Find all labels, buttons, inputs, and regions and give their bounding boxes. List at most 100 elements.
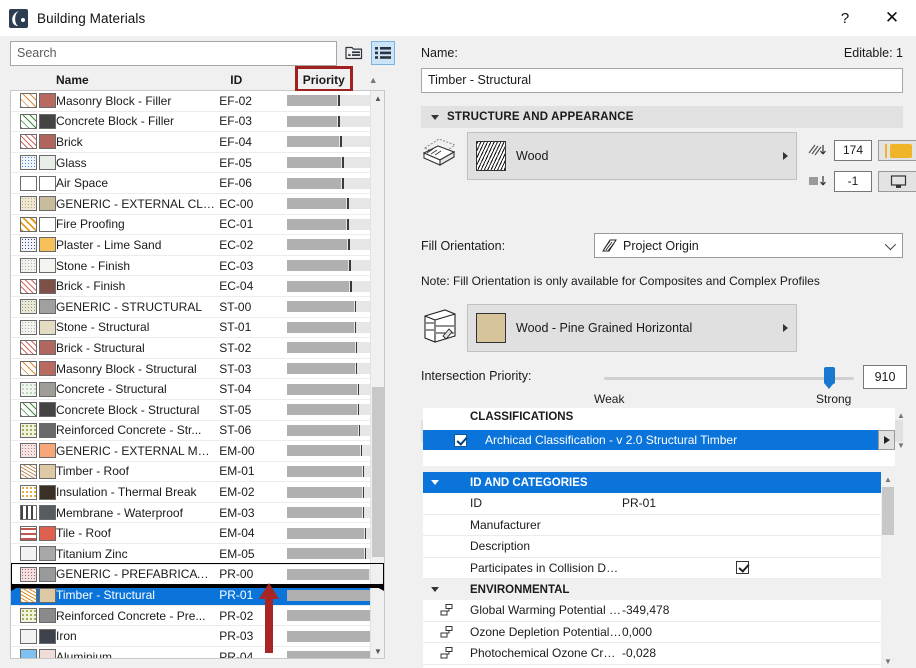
scroll-up-arrow-icon[interactable]: ▲ <box>881 472 895 486</box>
material-name-cell: Air Space <box>56 176 109 191</box>
screen-icon <box>890 174 906 188</box>
property-value[interactable] <box>622 561 895 575</box>
help-button[interactable]: ? <box>822 0 868 36</box>
scroll-up-arrow-icon[interactable]: ▲ <box>895 408 907 422</box>
table-row[interactable]: Plaster - Lime Sand EC-02 <box>11 235 384 256</box>
table-row[interactable]: Fire Proofing EC-01 <box>11 214 384 236</box>
table-row[interactable]: Aluminium PR-04 <box>11 647 384 658</box>
table-row[interactable]: GENERIC - PREFABRICATED PR-00 <box>11 564 384 586</box>
property-row[interactable]: Acidification Potential (AP)-0,352 <box>423 664 895 668</box>
table-row[interactable]: Concrete Block - Filler EF-03 <box>11 111 384 133</box>
intersection-priority-slider[interactable] <box>604 377 854 380</box>
property-row[interactable]: ID PR-01 <box>423 493 895 515</box>
property-value[interactable]: -349,478 <box>622 603 895 617</box>
property-value[interactable]: 0,000 <box>622 625 895 639</box>
fill-pen-number[interactable]: 174 <box>834 140 872 161</box>
properties-scrollbar[interactable]: ▲ ▼ <box>881 472 895 668</box>
property-label: ID <box>470 496 482 511</box>
priority-bar-fill <box>287 465 362 477</box>
property-row[interactable]: Manufacturer <box>423 514 895 536</box>
table-row[interactable]: Glass EF-05 <box>11 152 384 174</box>
property-value[interactable]: -0,028 <box>622 646 895 660</box>
property-group-header[interactable]: ID AND CATEGORIES <box>423 472 895 493</box>
scroll-down-arrow-icon[interactable]: ▼ <box>895 438 907 452</box>
column-header-name[interactable]: Name <box>56 73 230 87</box>
property-row[interactable]: Participates in Collision Det... <box>423 557 895 579</box>
tree-view-button[interactable] <box>342 41 366 65</box>
table-row[interactable]: Concrete - Structural ST-04 <box>11 379 384 400</box>
sort-indicator-icon[interactable]: ▲ <box>362 75 386 85</box>
properties-scrollbar-thumb[interactable] <box>882 487 894 535</box>
table-row[interactable]: Timber - Roof EM-01 <box>11 461 384 483</box>
materials-list[interactable]: Masonry Block - Filler EF-02 Concrete Bloc… <box>10 91 385 659</box>
surface-color-swatch <box>39 134 56 150</box>
material-swatches <box>11 155 56 171</box>
fill-pen-color-swatch[interactable] <box>878 140 916 161</box>
table-row[interactable]: Stone - Structural ST-01 <box>11 317 384 339</box>
priority-bar-fill <box>287 424 358 436</box>
table-row[interactable]: Stone - Finish EC-03 <box>11 255 384 277</box>
property-row[interactable]: Photochemical Ozone Crea... -0,028 <box>423 643 895 665</box>
table-row[interactable]: Air Space EF-06 <box>11 173 384 194</box>
properties-table[interactable]: ID AND CATEGORIES ID PR-01 Manufacturer Desc… <box>423 472 895 668</box>
intersection-priority-thumb[interactable] <box>824 367 835 389</box>
table-row[interactable]: Reinforced Concrete - Pre... PR-02 <box>11 605 384 627</box>
table-row[interactable]: Iron PR-03 <box>11 626 384 648</box>
property-row[interactable]: Ozone Depletion Potential ... 0,000 <box>423 621 895 643</box>
table-row[interactable]: Brick - Finish EC-04 <box>11 276 384 297</box>
background-pen-number[interactable]: -1 <box>834 171 872 192</box>
classifications-scrollbar[interactable]: ▲ ▼ <box>895 408 907 466</box>
table-row[interactable]: Concrete Block - Structural ST-05 <box>11 399 384 421</box>
list-scrollbar-thumb[interactable] <box>372 387 384 557</box>
table-row[interactable]: Masonry Block - Filler EF-02 <box>11 91 384 112</box>
surface-material-icon <box>424 309 456 343</box>
table-row[interactable]: Membrane - Waterproof EM-03 <box>11 502 384 524</box>
table-row[interactable]: Masonry Block - Structural ST-03 <box>11 358 384 380</box>
property-group-label: ID AND CATEGORIES <box>470 476 588 489</box>
background-pen-swatch[interactable] <box>878 171 916 192</box>
column-header-priority[interactable]: Priority <box>294 66 362 92</box>
classification-row[interactable]: Archicad Classification - v 2.0 Structur… <box>423 430 878 450</box>
table-row[interactable]: GENERIC - EXTERNAL ME... EM-00 <box>11 441 384 462</box>
table-row[interactable]: Tile - Roof EM-04 <box>11 523 384 545</box>
table-row[interactable]: Brick - Structural ST-02 <box>11 338 384 359</box>
structure-section-header[interactable]: STRUCTURE AND APPEARANCE <box>421 106 903 128</box>
table-row[interactable]: GENERIC - EXTERNAL CLA... EC-00 <box>11 193 384 215</box>
property-row[interactable]: Description <box>423 536 895 558</box>
material-name-cell: Concrete - Structural <box>56 382 167 397</box>
scroll-up-arrow-icon[interactable]: ▲ <box>371 91 384 105</box>
material-name-input[interactable]: Timber - Structural <box>421 68 903 93</box>
close-button[interactable]: ✕ <box>868 0 916 36</box>
table-row[interactable]: Insulation - Thermal Break EM-02 <box>11 482 384 503</box>
table-row[interactable]: Reinforced Concrete - Str... ST-06 <box>11 420 384 442</box>
material-name-cell: Concrete Block - Structural <box>56 402 200 417</box>
classification-checkbox[interactable] <box>454 433 467 447</box>
cut-fill-picker[interactable]: Wood <box>467 132 797 180</box>
table-row-selected[interactable]: Timber - Structural PR-01 <box>11 585 384 606</box>
fill-pen-control[interactable]: 174 <box>808 140 916 161</box>
surface-color-swatch <box>39 216 56 232</box>
surface-picker[interactable]: Wood - Pine Grained Horizontal <box>467 304 797 352</box>
column-header-id[interactable]: ID <box>230 73 302 87</box>
background-pen-control[interactable]: -1 <box>808 171 916 192</box>
scroll-down-arrow-icon[interactable]: ▼ <box>881 654 895 668</box>
search-input[interactable] <box>10 40 338 66</box>
table-row[interactable]: Brick EF-04 <box>11 132 384 153</box>
list-scrollbar[interactable]: ▲ ▼ <box>370 91 384 658</box>
priority-bar-marker <box>357 383 360 395</box>
property-value[interactable]: PR-01 <box>622 496 895 510</box>
fill-orientation-value: Project Origin <box>623 238 699 253</box>
list-view-button[interactable] <box>371 41 395 65</box>
table-row[interactable]: GENERIC - STRUCTURAL ST-00 <box>11 296 384 318</box>
table-row[interactable]: Titanium Zinc EM-05 <box>11 544 384 565</box>
classification-open-button[interactable] <box>878 430 895 450</box>
scroll-down-arrow-icon[interactable]: ▼ <box>371 644 384 658</box>
property-row[interactable]: Global Warming Potential (... -349,478 <box>423 600 895 622</box>
collapse-triangle-icon <box>431 480 439 485</box>
hatch-pattern-swatch <box>20 175 37 191</box>
property-checkbox[interactable] <box>736 561 749 575</box>
intersection-priority-value[interactable]: 910 <box>863 365 907 389</box>
priority-bar-marker <box>358 424 361 436</box>
fill-orientation-select[interactable]: Project Origin <box>594 233 903 258</box>
property-group-header[interactable]: ENVIRONMENTAL <box>423 579 895 600</box>
